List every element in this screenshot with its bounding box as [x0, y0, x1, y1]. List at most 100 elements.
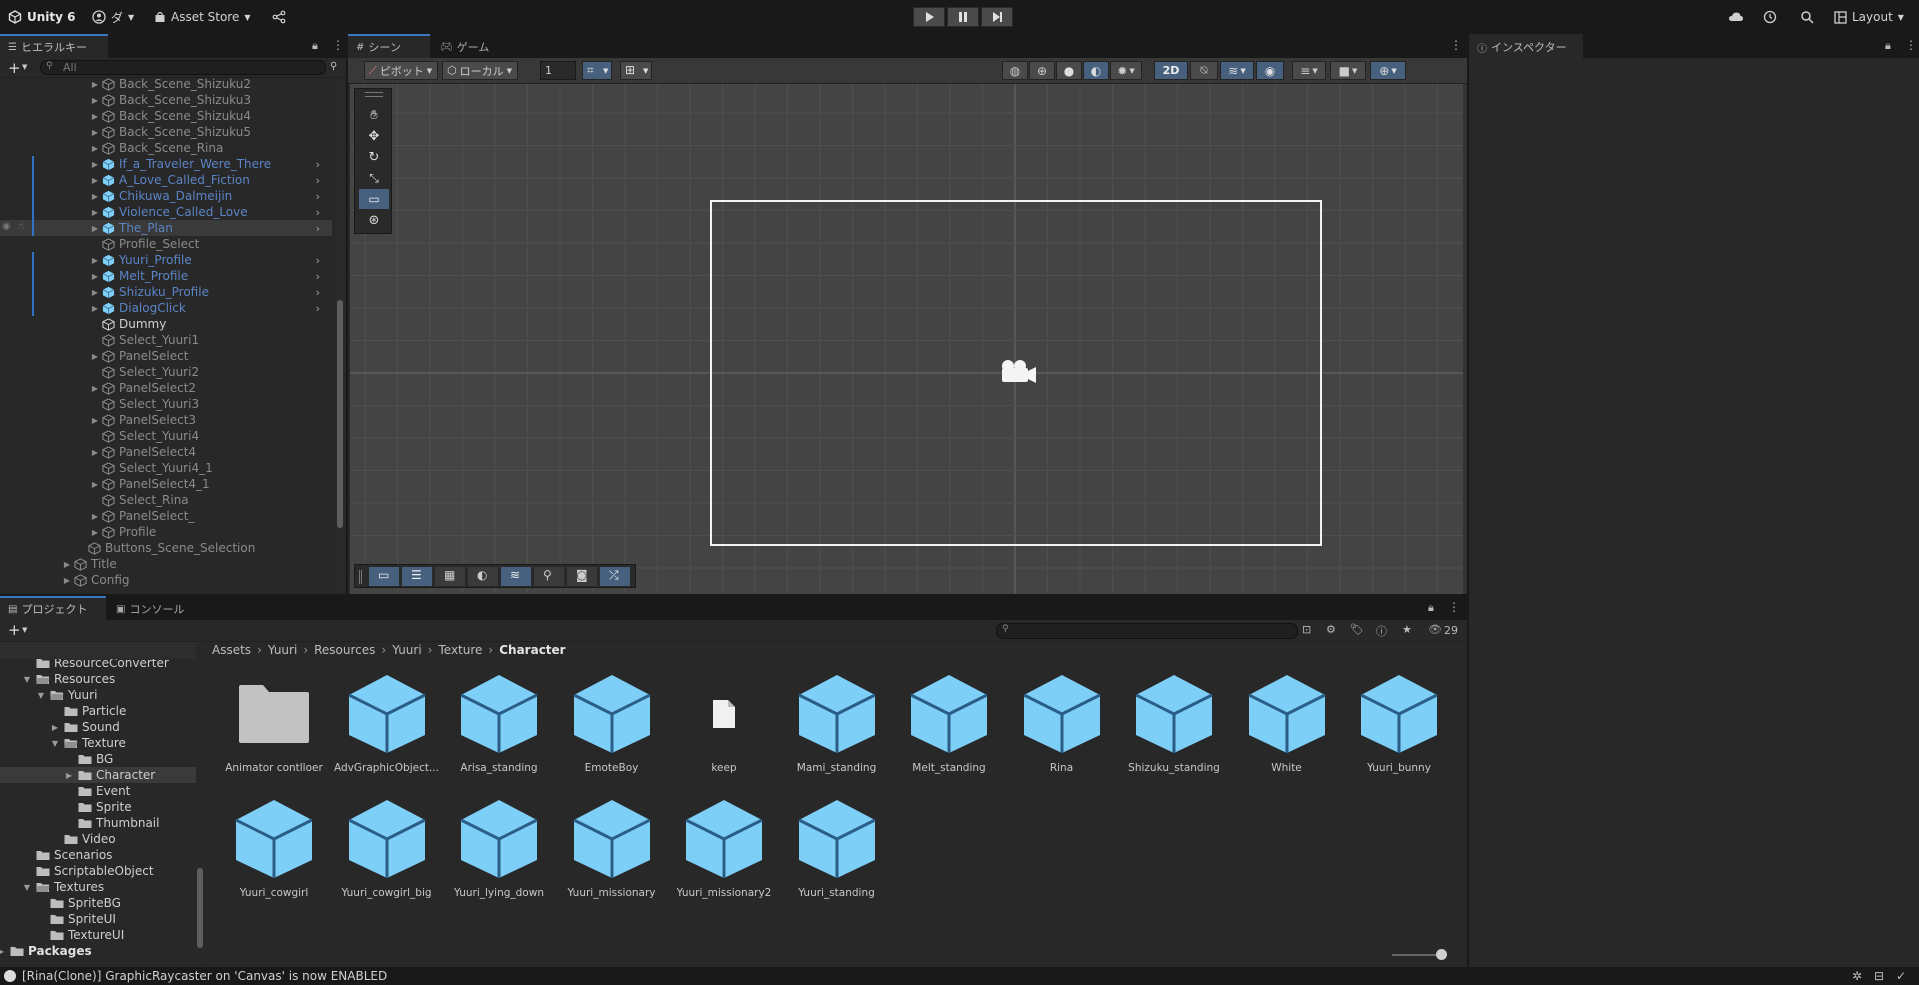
- expand-arrow-icon[interactable]: ▶: [90, 527, 100, 537]
- hierarchy-item[interactable]: ▶ Violence_Called_Love ›: [0, 204, 332, 220]
- expand-arrow-icon[interactable]: ▶: [90, 191, 100, 201]
- asset-item[interactable]: Arisa_standing: [443, 672, 555, 790]
- global-shading-button[interactable]: ◍: [1002, 61, 1028, 80]
- expand-arrow-icon[interactable]: ▶: [90, 415, 100, 425]
- folder-tree-item[interactable]: BG: [64, 751, 196, 767]
- expand-arrow-icon[interactable]: ▶: [90, 255, 100, 265]
- transform-tool[interactable]: ⊛: [359, 210, 389, 230]
- zoom-slider[interactable]: [1392, 949, 1447, 960]
- tab-game[interactable]: 🎮︎ ゲーム: [432, 34, 512, 58]
- expand-arrow-icon[interactable]: ▶: [90, 127, 100, 137]
- open-prefab-chevron-icon[interactable]: ›: [316, 206, 320, 219]
- lighting-toggle[interactable]: ⍉: [1190, 61, 1218, 80]
- expand-arrow-icon[interactable]: ▶: [90, 207, 100, 217]
- asset-item[interactable]: Rina: [1006, 672, 1118, 790]
- hierarchy-item[interactable]: ▶ Chikuwa_Dalmeijin ›: [0, 188, 332, 204]
- asset-item[interactable]: AdvGraphicObject...: [331, 672, 443, 790]
- mode-2d-toggle[interactable]: 2D: [1154, 61, 1188, 80]
- expand-arrow-icon[interactable]: ▶: [62, 559, 72, 569]
- hierarchy-item[interactable]: ▶ PanelSelect: [0, 348, 332, 364]
- folder-tree-item[interactable]: ▼ Yuuri: [36, 687, 196, 703]
- project-search-input[interactable]: ⚲: [996, 623, 1298, 639]
- cloud-button[interactable]: [1728, 8, 1744, 26]
- asset-item[interactable]: Melt_standing: [893, 672, 1005, 790]
- hierarchy-item[interactable]: ▶ DialogClick ›: [0, 300, 332, 316]
- hierarchy-item[interactable]: ▶ Melt_Profile ›: [0, 268, 332, 284]
- asset-item[interactable]: Mami_standing: [781, 672, 893, 790]
- open-prefab-chevron-icon[interactable]: ›: [316, 158, 320, 171]
- hierarchy-search-input[interactable]: ⚲ All: [40, 60, 326, 75]
- hierarchy-scrollbar[interactable]: [336, 80, 344, 590]
- expand-arrow-icon[interactable]: ▶: [90, 95, 100, 105]
- check-circle-icon[interactable]: ✓: [1896, 969, 1906, 983]
- asset-item[interactable]: Yuuri_standing: [781, 797, 893, 915]
- overlay-shading-button[interactable]: ◐: [468, 567, 498, 586]
- wireframe-button[interactable]: ⊕: [1029, 61, 1055, 80]
- expand-arrow-icon[interactable]: ▶: [90, 175, 100, 185]
- folder-tree-item[interactable]: Event: [64, 783, 196, 799]
- hierarchy-item[interactable]: ▶ Back_Scene_Rina: [0, 140, 332, 156]
- breadcrumb-item[interactable]: Texture: [438, 643, 482, 657]
- filter-type-icon[interactable]: ⚙: [1326, 623, 1336, 636]
- expand-arrow-icon[interactable]: ▶: [64, 771, 74, 780]
- asset-item[interactable]: Yuuri_cowgirl: [218, 797, 330, 915]
- overlay-search-button[interactable]: ⚲: [534, 567, 564, 586]
- hierarchy-item[interactable]: ▶ Back_Scene_Shizuku2: [0, 76, 332, 92]
- hierarchy-item[interactable]: Select_Yuuri4: [0, 428, 332, 444]
- asset-item[interactable]: keep: [668, 672, 780, 790]
- expand-arrow-icon[interactable]: ▶: [90, 223, 100, 233]
- folder-tree-item[interactable]: ▼ Resources: [22, 671, 196, 687]
- expand-arrow-icon[interactable]: ▶: [50, 723, 60, 732]
- effects-dropdown[interactable]: ≋ ▼: [1220, 61, 1254, 80]
- layout-dropdown[interactable]: Layout ▼: [1834, 8, 1904, 26]
- overlay-rect-button[interactable]: ▭: [369, 567, 399, 586]
- expand-arrow-icon[interactable]: ▶: [90, 511, 100, 521]
- overlay-shuffle-button[interactable]: ⤮: [600, 567, 630, 586]
- tab-console[interactable]: ▣ コンソール: [108, 596, 194, 620]
- hierarchy-item[interactable]: ▶ Shizuku_Profile ›: [0, 284, 332, 300]
- scene-view[interactable]: ✋︎ ✥ ↻ ⤡ ▭ ⊛ ▭ ☰ ▦ ◐ ≋ ⚲ ◙ ⤮: [350, 84, 1465, 594]
- hierarchy-item[interactable]: Profile_Select: [0, 236, 332, 252]
- step-button[interactable]: [981, 7, 1013, 27]
- hierarchy-item[interactable]: ▶ PanelSelect4: [0, 444, 332, 460]
- hierarchy-item[interactable]: ▶ PanelSelect4_1: [0, 476, 332, 492]
- more-menu-icon[interactable]: ⋮: [332, 38, 344, 52]
- hierarchy-item[interactable]: ▶ Title: [0, 556, 332, 572]
- folder-tree-item[interactable]: ▶ Sound: [50, 719, 196, 735]
- lock-icon[interactable]: 🔒︎: [1885, 39, 1891, 53]
- folder-tree-item[interactable]: ScriptableObject: [22, 863, 196, 879]
- expand-arrow-icon[interactable]: ▶: [90, 447, 100, 457]
- add-icon[interactable]: +: [8, 621, 21, 639]
- move-tool[interactable]: ✥: [359, 126, 389, 146]
- open-prefab-chevron-icon[interactable]: ›: [316, 302, 320, 315]
- graph-icon[interactable]: ⊟: [1874, 969, 1884, 983]
- hierarchy-item[interactable]: Select_Rina: [0, 492, 332, 508]
- layers-dropdown[interactable]: ≡ ▼: [1292, 61, 1326, 80]
- tab-project[interactable]: ▤ プロジェクト: [0, 596, 106, 620]
- open-prefab-chevron-icon[interactable]: ›: [316, 254, 320, 267]
- warning-icon[interactable]: ⓘ: [1376, 623, 1387, 639]
- bug-icon[interactable]: ✲: [1852, 969, 1862, 983]
- search-by-type-icon[interactable]: ⊡: [1302, 623, 1311, 636]
- asset-item[interactable]: Yuuri_missionary: [556, 797, 668, 915]
- hierarchy-item[interactable]: ▶ A_Love_Called_Fiction ›: [0, 172, 332, 188]
- asset-item[interactable]: Yuuri_missionary2: [668, 797, 780, 915]
- folder-tree-item[interactable]: SpriteBG: [36, 895, 196, 911]
- grid-size-field[interactable]: 1: [540, 61, 576, 80]
- chevron-down-icon[interactable]: ▼: [22, 626, 27, 634]
- hierarchy-item[interactable]: ▶ PanelSelect_: [0, 508, 332, 524]
- folder-tree-item[interactable]: ▶ Packages: [0, 943, 196, 959]
- hierarchy-item[interactable]: ▶ PanelSelect2: [0, 380, 332, 396]
- hierarchy-item[interactable]: Select_Yuuri4_1: [0, 460, 332, 476]
- hierarchy-item[interactable]: ▶ Profile: [0, 524, 332, 540]
- hidden-count[interactable]: 29: [1444, 624, 1458, 637]
- expand-arrow-icon[interactable]: ▶: [90, 111, 100, 121]
- grid-snap-toggle[interactable]: ⌗ ▼: [582, 61, 612, 80]
- expand-arrow-icon[interactable]: ▼: [50, 739, 60, 748]
- expand-arrow-icon[interactable]: ▼: [22, 675, 32, 684]
- search-button[interactable]: [1800, 8, 1814, 26]
- hierarchy-item[interactable]: ▶ PanelSelect3: [0, 412, 332, 428]
- drag-handle[interactable]: [365, 92, 383, 97]
- open-prefab-chevron-icon[interactable]: ›: [316, 286, 320, 299]
- overlay-grid-button[interactable]: ▦: [435, 567, 465, 586]
